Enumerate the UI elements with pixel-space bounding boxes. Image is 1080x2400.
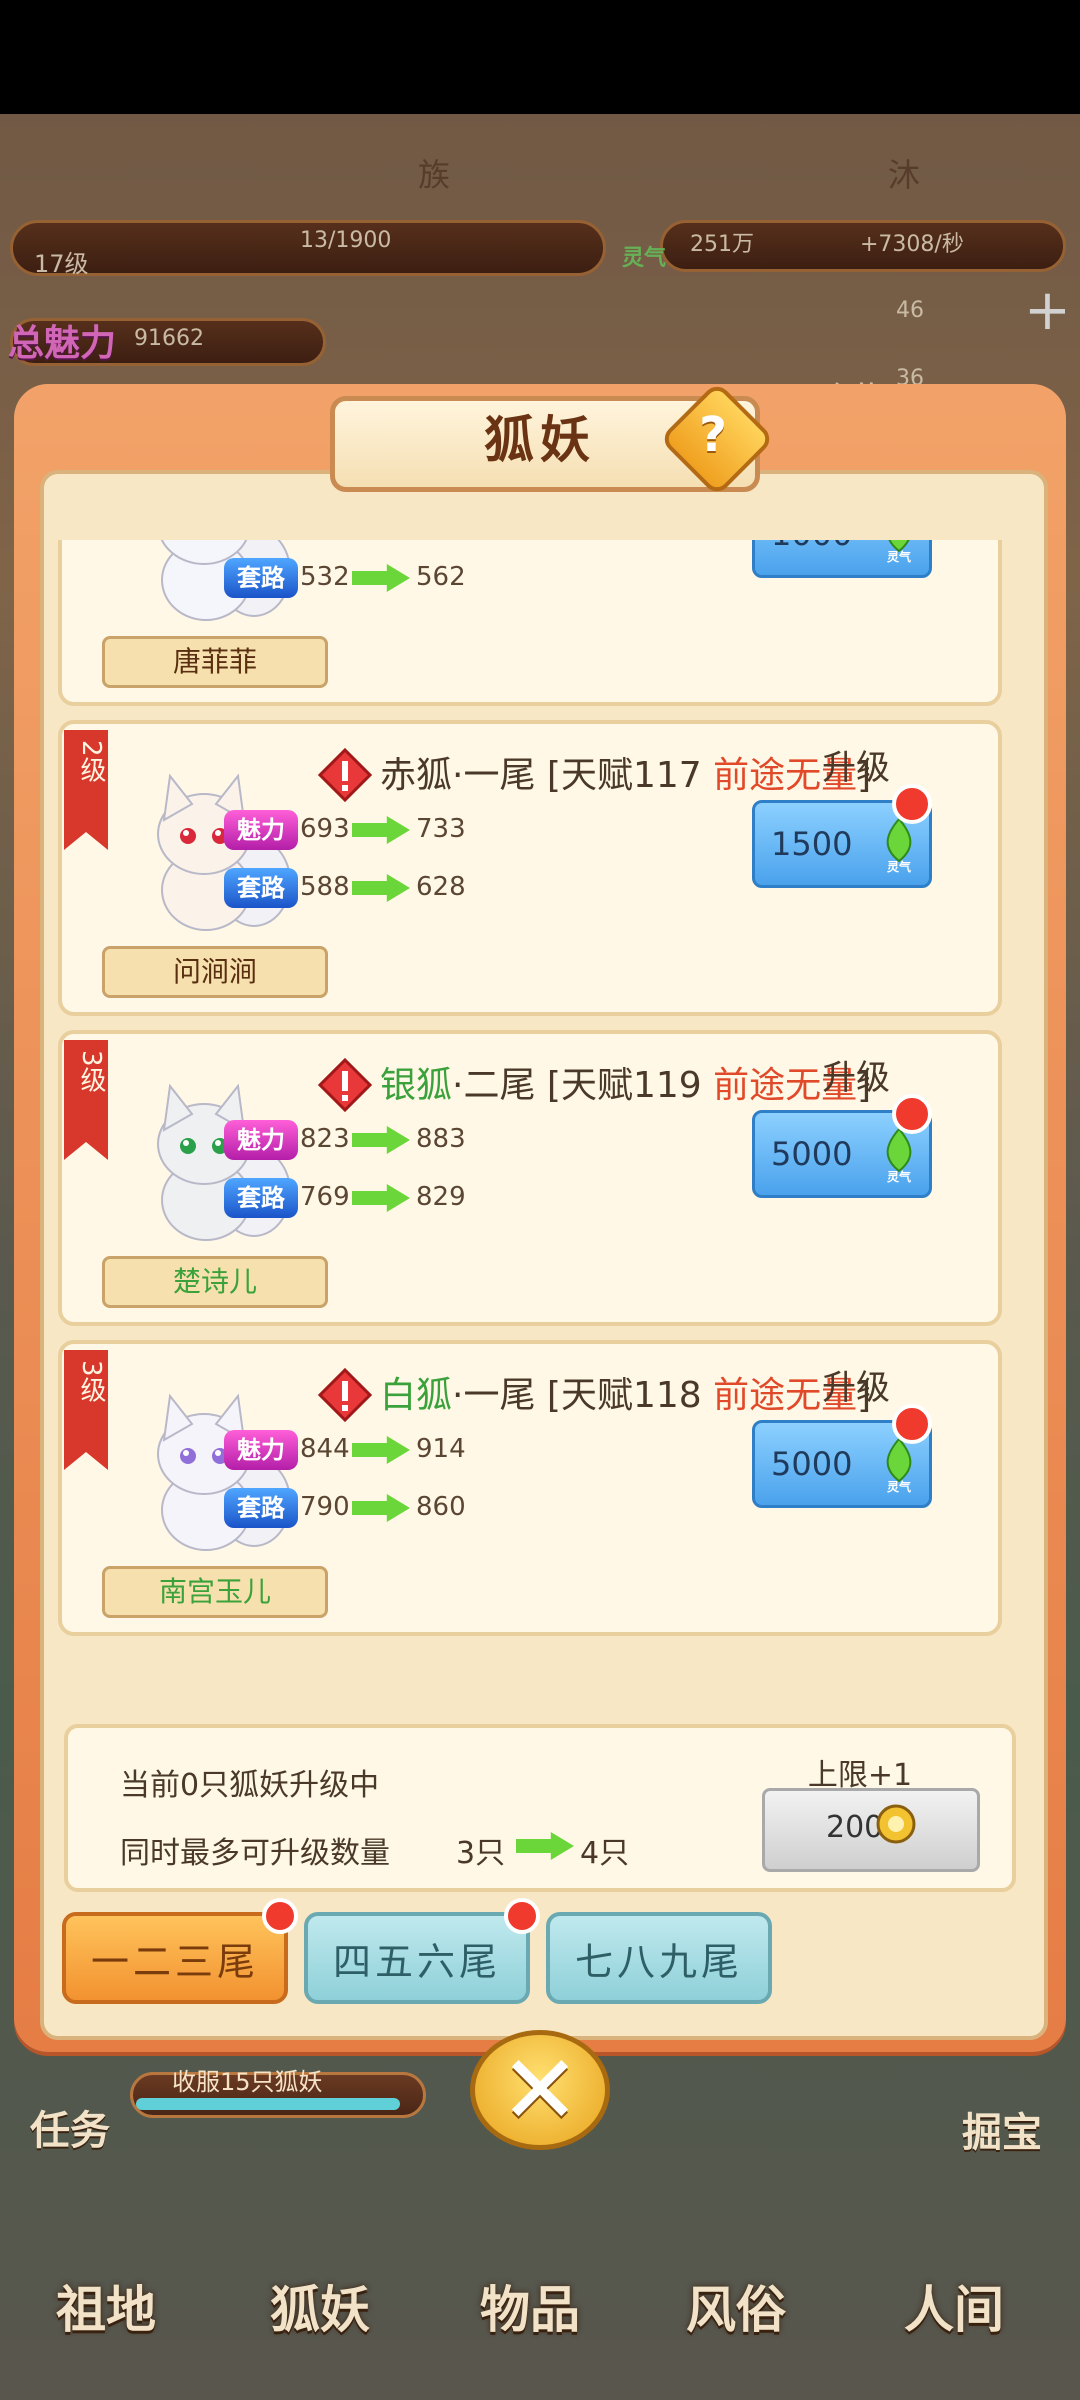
charm-current: 844	[300, 1434, 350, 1464]
upgrade-button[interactable]: 1000 灵气	[752, 540, 932, 578]
arrow-icon	[352, 1184, 410, 1212]
fox-type: 赤狐	[380, 755, 453, 796]
upgrade-cost: 1000	[771, 540, 852, 553]
fox-type: 白狐	[380, 1375, 453, 1416]
treasure-label[interactable]: 掘宝	[962, 2100, 1042, 2158]
upgrade-label: 升级	[822, 1368, 890, 1408]
qi-leaf-icon: 灵气	[886, 1437, 912, 1494]
max-upgrade-from: 3只	[456, 1836, 506, 1871]
tab-tail-group[interactable]: 一二三尾	[62, 1912, 288, 2004]
charm-badge: 魅力	[224, 810, 298, 850]
charm-current: 823	[300, 1124, 350, 1154]
trick-current: 588	[300, 872, 350, 902]
trick-badge: 套路	[224, 868, 298, 908]
upgrade-cost: 5000	[771, 1135, 853, 1173]
fox-card[interactable]: 3级 南宫玉儿 白狐·一尾 [天赋118 前途无量] 魅力 844 914 套路 790 860…	[58, 1340, 1002, 1636]
trick-next: 829	[416, 1182, 466, 1212]
fox-name: 唐菲菲	[102, 636, 328, 688]
tab-tail-group[interactable]: 七八九尾	[546, 1912, 772, 2004]
upgrading-count-text: 当前0只狐妖升级中	[120, 1768, 380, 1803]
upgrade-label: 升级	[822, 1058, 890, 1098]
qi-leaf-icon: 灵气	[886, 817, 912, 874]
fox-name: 楚诗儿	[102, 1256, 328, 1308]
task-label[interactable]: 任务	[30, 2098, 110, 2156]
trick-next: 562	[416, 562, 466, 592]
cap-increase-cost: 200	[826, 1810, 884, 1845]
fox-tail-talent: ·一尾 [天赋117	[452, 755, 714, 796]
charm-next: 883	[416, 1124, 466, 1154]
fox-level: 3级	[76, 1050, 106, 1093]
fox-type: 银狐	[380, 1065, 453, 1106]
arrow-icon	[352, 1494, 410, 1522]
fox-card[interactable]: 3级 楚诗儿 银狐·二尾 [天赋119 前途无量] 魅力 823 883 套路 769 829 升…	[58, 1030, 1002, 1326]
qi-text: 灵气	[887, 549, 911, 564]
question-icon[interactable]: ?	[676, 398, 750, 472]
qi-leaf-icon: 灵气	[886, 1127, 912, 1184]
tab-tail-group[interactable]: 四五六尾	[304, 1912, 530, 2004]
nav-item[interactable]: 人间	[904, 2270, 1004, 2342]
fox-name: 问涧涧	[102, 946, 328, 998]
charm-current: 693	[300, 814, 350, 844]
charm-next: 914	[416, 1434, 466, 1464]
warning-icon[interactable]	[318, 748, 372, 802]
charm-badge: 魅力	[224, 1120, 298, 1160]
qi-text: 灵气	[887, 859, 911, 874]
charm-badge: 魅力	[224, 1430, 298, 1470]
arrow-icon	[352, 816, 410, 844]
notification-dot	[504, 1898, 540, 1934]
upgrade-label: 升级	[822, 748, 890, 788]
notification-dot	[892, 1094, 932, 1134]
upgrade-cost: 1500	[771, 825, 853, 863]
charm-next: 733	[416, 814, 466, 844]
notification-dot	[892, 1404, 932, 1444]
arrow-icon	[352, 1126, 410, 1154]
task-progress-fill	[136, 2098, 400, 2110]
trick-current: 769	[300, 1182, 350, 1212]
nav-item[interactable]: 祖地	[56, 2270, 156, 2342]
qi-text: 灵气	[887, 1169, 911, 1184]
arrow-icon	[352, 564, 410, 592]
fox-tail-talent: ·一尾 [天赋118	[452, 1375, 714, 1416]
qi-leaf-icon: 灵气	[887, 540, 911, 564]
arrow-icon	[352, 1436, 410, 1464]
trick-current: 790	[300, 1492, 350, 1522]
fox-level: 3级	[76, 1360, 106, 1403]
trick-badge: 套路	[224, 1488, 298, 1528]
trick-current: 532	[300, 562, 350, 592]
trick-next: 628	[416, 872, 466, 902]
warning-icon[interactable]	[318, 1058, 372, 1112]
fox-name: 南宫玉儿	[102, 1566, 328, 1618]
trick-badge: 套路	[224, 558, 298, 598]
nav-item[interactable]: 风俗	[686, 2270, 786, 2342]
gold-coin-icon	[876, 1804, 916, 1844]
fox-card[interactable]: 级唐菲菲魅力602632套路532562升级1000灵气	[58, 540, 1002, 706]
nav-item[interactable]: 物品	[480, 2270, 580, 2342]
nav-item[interactable]: 狐妖	[270, 2270, 370, 2342]
notification-dot	[892, 784, 932, 824]
close-icon[interactable]: ✕	[470, 2030, 610, 2150]
fox-level: 2级	[76, 740, 106, 783]
arrow-icon	[352, 874, 410, 902]
max-upgrade-to: 4只	[580, 1836, 630, 1871]
fox-tail-talent: ·二尾 [天赋119	[452, 1065, 714, 1106]
fox-list[interactable]: 级唐菲菲魅力602632套路532562升级1000灵气2级问涧涧赤狐·一尾 […	[56, 540, 1008, 1710]
upgrade-cost: 5000	[771, 1445, 853, 1483]
max-upgrade-label: 同时最多可升级数量	[120, 1836, 390, 1871]
fox-card[interactable]: 2级 问涧涧 赤狐·一尾 [天赋117 前途无量] 魅力 693 733 套路 588 628 升…	[58, 720, 1002, 1016]
notification-dot	[262, 1898, 298, 1934]
trick-next: 860	[416, 1492, 466, 1522]
trick-badge: 套路	[224, 1178, 298, 1218]
task-progress-text: 收服15只狐妖	[172, 2068, 323, 2096]
qi-text: 灵气	[887, 1479, 911, 1494]
warning-icon[interactable]	[318, 1368, 372, 1422]
